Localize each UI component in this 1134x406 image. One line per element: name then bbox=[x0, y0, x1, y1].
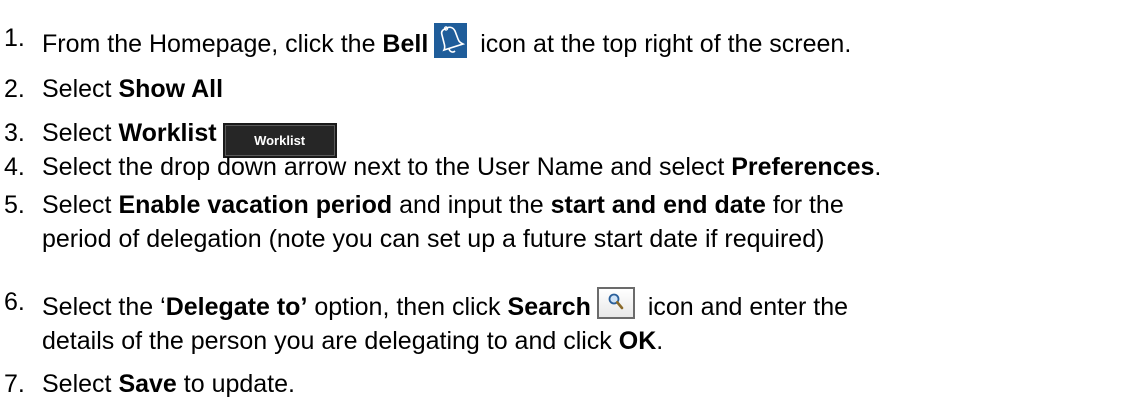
step-number: 6. bbox=[4, 288, 25, 316]
step-line: Select Enable vacation period and input … bbox=[42, 190, 844, 220]
step-text: Select the ‘Delegate to’ option, then cl… bbox=[42, 287, 848, 356]
step-number: 5. bbox=[4, 191, 25, 219]
step-bold-text: Save bbox=[118, 370, 177, 398]
step-bold-text: Bell bbox=[382, 30, 429, 58]
step-text-part: for the bbox=[765, 191, 844, 219]
step-text-part: Select bbox=[42, 75, 119, 103]
step-text-part: Select bbox=[42, 370, 119, 398]
step-bold-text: Preferences bbox=[731, 153, 875, 181]
step-text: Select Save to update. bbox=[42, 369, 295, 399]
step-text-part: to update. bbox=[176, 370, 295, 398]
instruction-list: 1. From the Homepage, click the Bell ico… bbox=[0, 0, 1134, 406]
step-text-part: icon at the top right of the screen. bbox=[473, 30, 852, 58]
step-text-part: . bbox=[656, 327, 664, 355]
step-bold-text: Search bbox=[507, 293, 591, 321]
step-number: 3. bbox=[4, 119, 25, 147]
step-number: 7. bbox=[4, 370, 25, 398]
step-bold-text: Show All bbox=[118, 75, 224, 103]
step-text-part: . bbox=[874, 153, 882, 181]
step-text-part: Select the drop down arrow next to the U… bbox=[42, 153, 732, 181]
step-text-part: details of the person you are delegating… bbox=[42, 327, 619, 355]
step-text-part: Select bbox=[42, 191, 119, 219]
step-line: period of delegation (note you can set u… bbox=[42, 225, 825, 253]
step-bold-text: Delegate to’ bbox=[165, 293, 308, 321]
step-bold-text: OK bbox=[618, 327, 657, 355]
step-text-part: From the Homepage, click the bbox=[42, 30, 383, 58]
step-bold-text: Enable vacation period bbox=[118, 191, 393, 219]
step-text: From the Homepage, click the Bell icon a… bbox=[42, 23, 851, 59]
step-text-part: and input the bbox=[392, 191, 551, 219]
search-icon bbox=[596, 287, 635, 319]
step-text: Select the drop down arrow next to the U… bbox=[42, 152, 881, 182]
step-bold-text: start and end date bbox=[550, 191, 766, 219]
step-bold-text: Worklist bbox=[118, 119, 217, 147]
bell-icon bbox=[434, 23, 468, 58]
step-line: details of the person you are delegating… bbox=[42, 326, 848, 356]
step-text: Select Show All bbox=[42, 74, 223, 104]
step-number: 4. bbox=[4, 153, 25, 181]
step-text-part: Select the ‘ bbox=[42, 293, 166, 321]
step-text: Select Enable vacation period and input … bbox=[42, 190, 844, 254]
step-text-part: option, then click bbox=[307, 293, 508, 321]
step-number: 2. bbox=[4, 75, 25, 103]
step-text-part: icon and enter the bbox=[640, 293, 848, 321]
step-line: Select the ‘Delegate to’ option, then cl… bbox=[42, 287, 848, 322]
step-text-part: Select bbox=[42, 119, 119, 147]
step-number: 1. bbox=[4, 24, 25, 52]
